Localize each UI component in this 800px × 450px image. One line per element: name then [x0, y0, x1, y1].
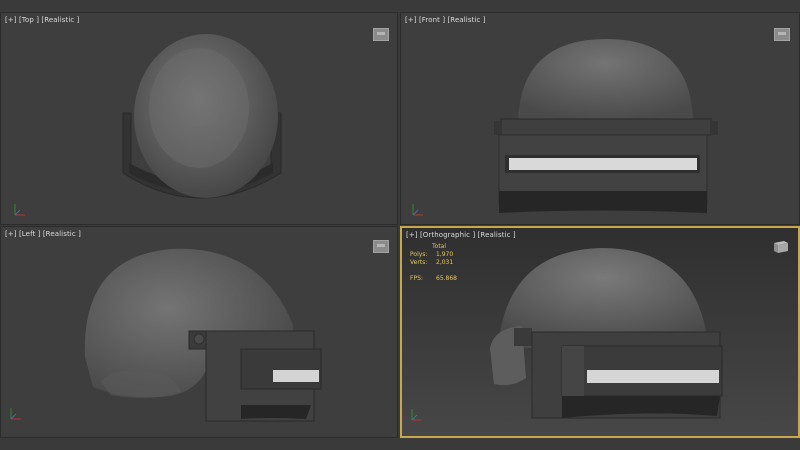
verts-value: 2,031 [436, 259, 454, 266]
fps-label: FPS: [410, 275, 423, 282]
stats-polys-row: Polys: 1,970 [410, 251, 457, 259]
stats-fps-row: FPS: 65.868 [410, 275, 457, 283]
viewport-orthographic-label[interactable]: [+] [Orthographic ] [Realistic ] [406, 231, 516, 239]
viewcube-icon[interactable] [772, 240, 790, 254]
stats-header: Total [432, 243, 447, 250]
viewcube-icon[interactable] [373, 28, 389, 41]
polys-value: 1,970 [436, 251, 454, 258]
viewport-left-label[interactable]: [+] [Left ] [Realistic ] [5, 230, 81, 238]
stats-verts-row: Verts: 2,031 [410, 259, 457, 267]
viewcube-icon[interactable] [774, 28, 790, 41]
viewcube-icon[interactable] [373, 240, 389, 253]
axis-tripod-icon [412, 204, 423, 216]
viewport-left[interactable]: [+] [Left ] [Realistic ] [0, 226, 398, 438]
helmet-front-view [494, 39, 718, 213]
viewport-top[interactable]: [+] [Top ] [Realistic ] [0, 12, 398, 225]
statistics-overlay: Total Polys: 1,970 Verts: 2,031 FPS: 65.… [410, 243, 457, 283]
max-viewport-layout: [+] [Top ] [Realistic ] [+] [Front ] [Re… [0, 0, 800, 450]
helmet-orthographic-view [490, 248, 723, 419]
axis-tripod-icon [411, 409, 422, 421]
viewport-front[interactable]: [+] [Front ] [Realistic ] [400, 12, 800, 225]
viewport-front-label[interactable]: [+] [Front ] [Realistic ] [405, 16, 486, 24]
helmet-top-view [122, 34, 282, 199]
axis-tripod-icon [10, 408, 21, 420]
viewport-top-label[interactable]: [+] [Top ] [Realistic ] [5, 16, 79, 24]
helmet-left-view [84, 248, 322, 422]
viewport-orthographic[interactable]: [+] [Orthographic ] [Realistic ] Total P… [400, 226, 800, 438]
polys-label: Polys: [410, 251, 428, 258]
verts-label: Verts: [410, 259, 428, 266]
axis-tripod-icon [14, 204, 25, 216]
fps-value: 65.868 [436, 275, 457, 282]
